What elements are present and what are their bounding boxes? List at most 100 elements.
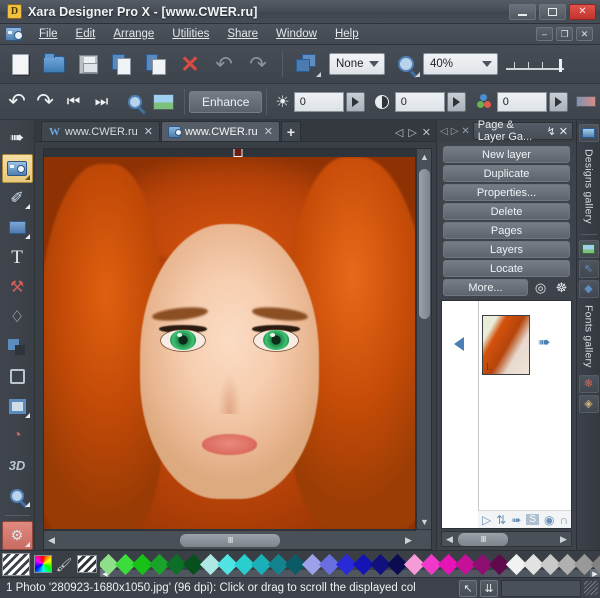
snap-mode-icon[interactable]: ⇊: [480, 580, 498, 597]
delete-button[interactable]: ✕: [173, 48, 207, 80]
zoom-100-button[interactable]: [149, 88, 177, 116]
transparency-tool[interactable]: ♢: [2, 303, 33, 332]
scroll-down-icon[interactable]: ▼: [417, 514, 432, 529]
cursor-arrow-icon[interactable]: ➠: [511, 513, 521, 527]
eye-icon[interactable]: ◉: [544, 513, 554, 527]
zoom-select[interactable]: 40%: [423, 53, 498, 75]
transparent-swatch[interactable]: [77, 555, 97, 573]
delete-button[interactable]: Delete: [443, 203, 570, 220]
designs-gallery-label[interactable]: Designs gallery: [583, 144, 595, 229]
maximize-button[interactable]: [539, 4, 566, 20]
zoom-slider-handle[interactable]: [559, 59, 562, 72]
open-document-button[interactable]: [37, 48, 71, 80]
panel-title-bar[interactable]: Page & Layer Ga... ↯ ✕: [473, 122, 573, 140]
selector-tool[interactable]: ➠: [2, 124, 33, 153]
line-gallery-icon[interactable]: ⇖: [579, 260, 599, 278]
live-effects-tool[interactable]: ⚙: [2, 521, 33, 550]
zoom-slider[interactable]: [506, 56, 564, 72]
menu-arrange[interactable]: Arrange: [104, 26, 163, 42]
menu-window[interactable]: Window: [267, 26, 326, 42]
lock-icon[interactable]: ∩: [560, 513, 569, 527]
cursor-mode-icon[interactable]: ↖: [459, 580, 477, 597]
menu-file[interactable]: File: [30, 26, 67, 42]
horizontal-scroll-thumb[interactable]: ‖‖: [180, 534, 280, 547]
menu-share[interactable]: Share: [218, 26, 267, 42]
color-swatches[interactable]: ◀ ▶: [100, 552, 600, 577]
photo-object[interactable]: [44, 157, 415, 529]
layer-expand-arrow-icon[interactable]: [454, 337, 464, 351]
panel-nav-close-icon[interactable]: ✕: [461, 126, 469, 137]
rotate-right-button[interactable]: ↷: [31, 88, 59, 116]
canvas[interactable]: ▲ ▼ ◀ ‖‖ ▶: [43, 148, 432, 550]
name-gallery-icon[interactable]: ◈: [579, 395, 599, 413]
layer-list[interactable]: 1. ➠ ▷ ⇅ ➠ S ◉ ∩: [441, 300, 572, 529]
resize-grip[interactable]: [584, 581, 598, 595]
panel-horizontal-scrollbar[interactable]: ◀ ‖‖ ▶: [441, 531, 572, 547]
layer-thumbnail[interactable]: 1.: [482, 315, 530, 375]
shadow-tool[interactable]: [2, 332, 33, 361]
bevel-tool[interactable]: [2, 392, 33, 421]
canvas-horizontal-scrollbar[interactable]: ◀ ‖‖ ▶: [44, 530, 416, 549]
save-document-button[interactable]: [71, 48, 105, 80]
document-tab-1[interactable]: W www.CWER.ru ✕: [41, 121, 160, 141]
menu-utilities[interactable]: Utilities: [163, 26, 218, 42]
locate-button[interactable]: Locate: [443, 260, 570, 277]
mould-tool[interactable]: [2, 362, 33, 391]
designs-gallery-icon[interactable]: [579, 124, 599, 142]
bitmap-gallery-icon[interactable]: [579, 240, 599, 258]
doc-restore-button[interactable]: ❐: [556, 27, 573, 41]
saturation-spinner[interactable]: [549, 92, 568, 112]
scroll-right-icon[interactable]: ▶: [401, 531, 416, 549]
rectangle-tool[interactable]: [2, 213, 33, 242]
contour-tool[interactable]: ◔: [2, 422, 33, 451]
fill-tool[interactable]: ⚒: [2, 273, 33, 302]
zoom-1to1-button[interactable]: [121, 88, 149, 116]
pages-button[interactable]: Pages: [443, 222, 570, 239]
brightness-spinner[interactable]: [346, 92, 365, 112]
menu-edit[interactable]: Edit: [67, 26, 105, 42]
rotate-left-button[interactable]: ↶: [3, 88, 31, 116]
new-document-button[interactable]: [3, 48, 37, 80]
status-extra-field[interactable]: [501, 580, 581, 597]
tab-nav-close-icon[interactable]: ✕: [422, 126, 431, 139]
previous-photo-button[interactable]: ⏮: [59, 88, 87, 116]
minimize-button[interactable]: [509, 4, 536, 20]
document-tab-2[interactable]: www.CWER.ru ✕: [161, 121, 280, 141]
extrude-3d-tool[interactable]: 3D: [2, 452, 33, 481]
panel-scroll-thumb[interactable]: ‖‖: [458, 533, 508, 546]
scroll-left-icon[interactable]: ◀: [44, 531, 59, 549]
brightness-input[interactable]: 0: [294, 92, 344, 112]
color-gallery-icon[interactable]: ❄: [579, 375, 599, 393]
pin-icon[interactable]: ↯: [547, 125, 556, 138]
panel-nav-prev-icon[interactable]: ◁: [440, 126, 448, 137]
undo-button[interactable]: ↶: [207, 48, 241, 80]
contrast-input[interactable]: 0: [395, 92, 445, 112]
saturation-input[interactable]: 0: [497, 92, 547, 112]
close-icon[interactable]: ✕: [559, 125, 568, 138]
layer-expand-icon[interactable]: ▷: [482, 513, 491, 527]
layers-button[interactable]: Layers: [443, 241, 570, 258]
eyedropper-icon[interactable]: 🖌: [56, 552, 72, 577]
duplicate-button[interactable]: Duplicate: [443, 165, 570, 182]
vertical-scroll-thumb[interactable]: [419, 169, 430, 319]
scroll-right-icon[interactable]: ▶: [556, 532, 571, 546]
selection-handle[interactable]: [233, 148, 242, 157]
paste-button[interactable]: [139, 48, 173, 80]
next-photo-button[interactable]: ⏭: [87, 88, 115, 116]
duplicate-button[interactable]: [290, 48, 324, 80]
none-color-swatch[interactable]: [2, 553, 30, 576]
tab-nav-prev-icon[interactable]: ◁: [395, 126, 403, 139]
solo-badge[interactable]: S: [526, 514, 539, 525]
properties-button[interactable]: Properties...: [443, 184, 570, 201]
photo-tool[interactable]: [2, 154, 33, 183]
layer-options-icon[interactable]: ☸: [553, 280, 570, 295]
fill-gallery-icon[interactable]: ◆: [579, 280, 599, 298]
contrast-spinner[interactable]: [447, 92, 466, 112]
redo-button[interactable]: ↷: [241, 48, 275, 80]
fonts-gallery-label[interactable]: Fonts gallery: [583, 300, 595, 373]
new-tab-button[interactable]: +: [281, 121, 301, 141]
close-icon[interactable]: ✕: [144, 125, 153, 138]
zoom-tool[interactable]: [2, 481, 33, 510]
quality-select[interactable]: None: [329, 53, 385, 75]
layer-sort-icon[interactable]: ⇅: [496, 513, 506, 527]
